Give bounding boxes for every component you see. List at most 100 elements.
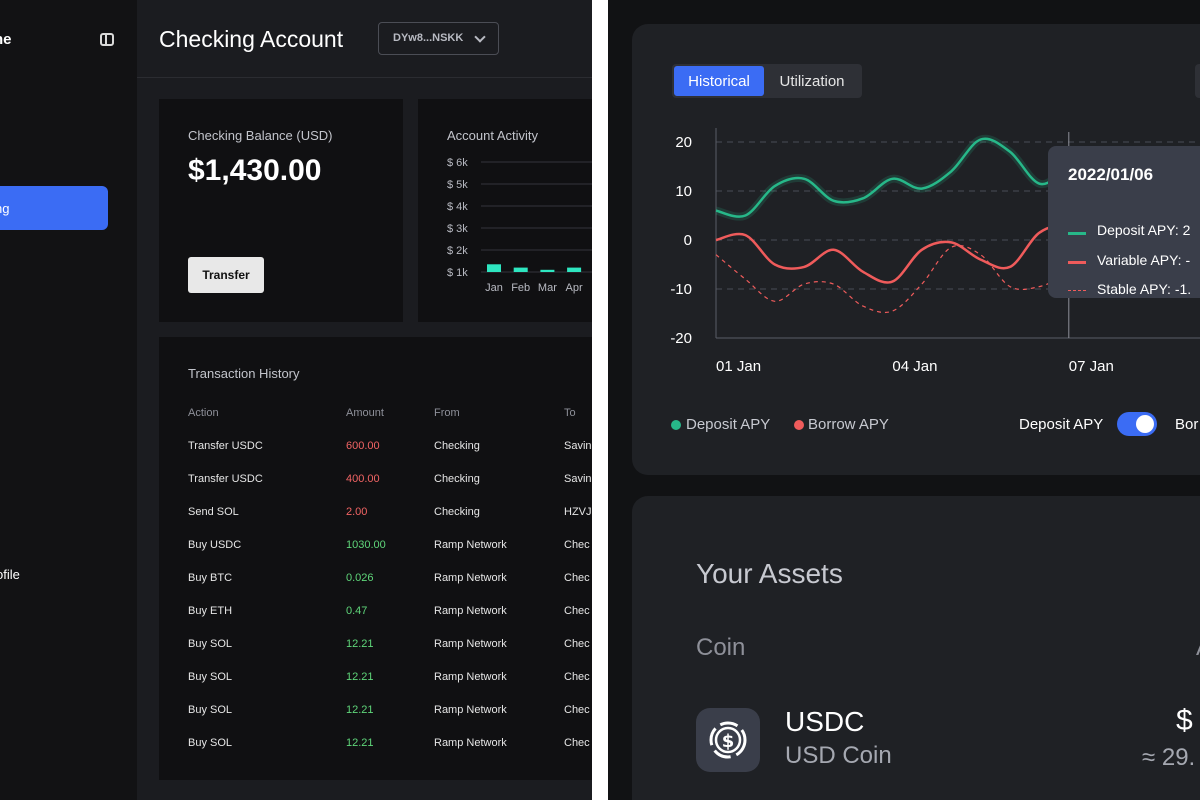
balance-label: Checking Balance (USD) [188, 128, 333, 143]
cell-to: Chec [564, 704, 590, 716]
borrow-apy-toggle-label: Bor [1175, 416, 1199, 433]
cell-to: Chec [564, 737, 590, 749]
y-tick-label: $ 2k [447, 245, 468, 257]
sidebar-item-active-label: ng [0, 201, 10, 216]
column-header-coin: Coin [696, 634, 746, 661]
bar-mar [540, 269, 555, 272]
x-tick-label: Jan [485, 282, 503, 294]
cell-from: Ramp Network [434, 605, 507, 617]
x-tick-label: 01 Jan [716, 358, 761, 375]
table-row[interactable]: Transfer USDC 600.00 Checking Savin [159, 440, 592, 460]
table-row[interactable]: Buy USDC 1030.00 Ramp Network Chec [159, 539, 592, 559]
usdc-icon: $ [696, 708, 760, 772]
cell-amount: 400.00 [346, 473, 380, 485]
table-row[interactable]: Send SOL 2.00 Checking HZVJ [159, 506, 592, 526]
cell-from: Ramp Network [434, 539, 507, 551]
legend-borrow-dot [794, 420, 804, 430]
tooltip-deposit-swatch [1068, 232, 1086, 235]
wallet-select[interactable]: DYw8...NSKK [378, 22, 499, 55]
sidebar-toggle-icon[interactable] [100, 33, 114, 46]
table-row[interactable]: Buy SOL 12.21 Ramp Network Chec [159, 704, 592, 724]
legend-deposit-apy: Deposit APY [686, 416, 771, 433]
cell-amount: 12.21 [346, 638, 374, 650]
tooltip-date: 2022/01/06 [1068, 165, 1154, 184]
x-tick-label: Mar [538, 282, 557, 294]
table-row[interactable]: Buy BTC 0.026 Ramp Network Chec [159, 572, 592, 592]
cell-action: Transfer USDC [188, 473, 263, 485]
deposit-apy-toggle[interactable] [1117, 412, 1157, 436]
svg-text:$: $ [722, 731, 735, 752]
cell-action: Buy SOL [188, 737, 233, 749]
cell-action: Buy ETH [188, 605, 233, 617]
page-title: Checking Account [159, 26, 344, 52]
account-activity-card: Account Activity $ 6k $ 5k $ 4k $ 3k $ 2k $ 1… [418, 99, 592, 322]
cell-from: Ramp Network [434, 671, 507, 683]
table-row[interactable]: Buy SOL 12.21 Ramp Network Chec [159, 671, 592, 691]
coin-amount: $ [1176, 704, 1193, 737]
sidebar-item-profile[interactable]: ofile [0, 567, 20, 582]
page-header: Checking Account DYw8...NSKK [137, 0, 592, 78]
wallet-address: DYw8...NSKK [393, 32, 464, 44]
chevron-down-icon [474, 31, 486, 43]
cell-amount: 12.21 [346, 671, 374, 683]
cell-amount: 12.21 [346, 704, 374, 716]
balance-value: $1,430.00 [188, 154, 322, 187]
table-row[interactable]: Transfer USDC 400.00 Checking Savin [159, 473, 592, 493]
balance-card: Checking Balance (USD) $1,430.00 Transfe… [159, 99, 403, 322]
column-header-amount: Amount [346, 407, 384, 419]
cell-action: Buy SOL [188, 638, 233, 650]
assets-title: Your Assets [696, 558, 843, 589]
chart-tooltip: 2022/01/06 Deposit APY: 2 Variable APY: … [1048, 146, 1200, 298]
cell-to: HZVJ [564, 506, 592, 518]
cell-action: Buy SOL [188, 671, 233, 683]
y-tick-label: $ 6k [447, 157, 468, 169]
tooltip-stable-swatch [1068, 290, 1086, 291]
y-tick-label: -10 [670, 281, 692, 298]
table-row[interactable]: Buy ETH 0.47 Ramp Network Chec [159, 605, 592, 625]
transactions-title: Transaction History [188, 366, 300, 381]
brand-name: ne [0, 31, 12, 48]
cell-from: Ramp Network [434, 737, 507, 749]
cell-from: Checking [434, 473, 480, 485]
cell-from: Ramp Network [434, 638, 507, 650]
tooltip-variable-apy: Variable APY: - [1097, 252, 1191, 268]
panel-divider [592, 0, 608, 800]
tooltip-stable-apy: Stable APY: -1. [1097, 281, 1192, 297]
tooltip-variable-swatch [1068, 261, 1086, 264]
sidebar: ne ng ofile [0, 0, 137, 800]
bar-feb [513, 267, 528, 272]
y-tick-label: $ 5k [447, 179, 468, 191]
cell-from: Ramp Network [434, 572, 507, 584]
cell-from: Checking [434, 506, 480, 518]
coin-symbol: USDC [785, 706, 865, 737]
y-tick-label: 10 [675, 183, 692, 200]
cell-from: Ramp Network [434, 704, 507, 716]
column-header-amount: A [1196, 634, 1200, 662]
cell-to: Savin [564, 440, 592, 452]
cell-amount: 0.47 [346, 605, 368, 617]
cell-action: Buy USDC [188, 539, 242, 551]
transfer-button[interactable]: Transfer [188, 257, 264, 293]
cell-amount: 2.00 [346, 506, 368, 518]
cell-to: Chec [564, 572, 590, 584]
cell-to: Chec [564, 605, 590, 617]
x-tick-label: 07 Jan [1069, 358, 1114, 375]
column-header-action: Action [188, 407, 219, 419]
y-tick-label: -20 [670, 330, 692, 347]
apy-chart-card: Historical Utilization 20 10 0 -10 -20 01 Jan… [632, 24, 1200, 475]
column-header-to: To [564, 407, 576, 419]
transaction-history-card: Transaction History Action Amount From T… [159, 337, 592, 780]
cell-amount: 1030.00 [346, 539, 386, 551]
sidebar-item-active[interactable] [0, 186, 108, 230]
table-row[interactable]: Buy SOL 12.21 Ramp Network Chec [159, 638, 592, 658]
cell-amount: 600.00 [346, 440, 380, 452]
table-row[interactable]: Buy SOL 12.21 Ramp Network Chec [159, 737, 592, 757]
checking-dashboard: ne ng ofile Checking Account DYw8...NSKK… [0, 0, 592, 800]
cell-to: Savin [564, 473, 592, 485]
coin-amount-approx: ≈ 29. [1142, 744, 1196, 771]
y-tick-label: $ 3k [447, 223, 468, 235]
x-tick-label: 04 Jan [892, 358, 937, 375]
cell-amount: 12.21 [346, 737, 374, 749]
y-tick-label: $ 1k [447, 267, 468, 279]
cell-to: Chec [564, 671, 590, 683]
